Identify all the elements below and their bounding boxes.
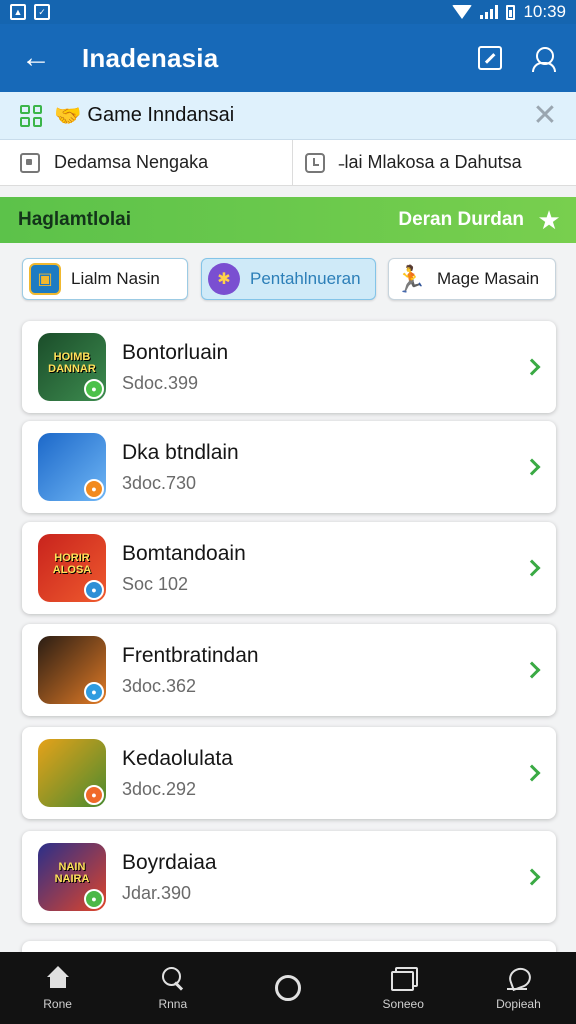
filter-left[interactable]: Dedamsa Nengaka bbox=[0, 140, 292, 185]
game-subtitle: Sdoc.399 bbox=[122, 372, 199, 393]
banner-action[interactable]: Deran Durdan bbox=[398, 209, 524, 231]
search-icon bbox=[160, 966, 186, 992]
category-label: Lialm Nasin bbox=[71, 269, 160, 288]
badge-icon: ● bbox=[84, 889, 104, 909]
search-query-bar[interactable]: 🤝 Game Inndansai ✕ bbox=[0, 92, 576, 140]
grid-icon bbox=[20, 104, 42, 127]
controller-icon: ✱ bbox=[208, 263, 240, 295]
edit-icon[interactable] bbox=[478, 46, 502, 70]
nav-item-home[interactable]: Rone bbox=[0, 952, 115, 1024]
game-card[interactable]: HORIR ALOSA ● Bomtandoain Soc 102 bbox=[22, 522, 556, 614]
category-chip-1[interactable]: ▣ Lialm Nasin bbox=[22, 258, 188, 300]
game-title: Frentbratindan bbox=[122, 643, 259, 667]
game-card[interactable]: ● Dka btndlain 3doc.730 bbox=[22, 421, 556, 513]
gallery-notification-icon: ▲ bbox=[10, 4, 26, 20]
banner-title: Haglamtlolai bbox=[18, 209, 131, 230]
profile-icon[interactable] bbox=[532, 46, 556, 72]
category-label: Mage Masain bbox=[437, 269, 540, 288]
status-bar: ▲ ✓ 10:39 bbox=[0, 0, 576, 24]
game-title: Bontorluain bbox=[122, 340, 229, 364]
nav-label: Soneeo bbox=[382, 996, 424, 1011]
game-title: Dka btndlain bbox=[122, 440, 239, 464]
star-icon[interactable]: ★ bbox=[534, 205, 564, 236]
game-thumbnail: ● bbox=[38, 433, 106, 501]
chevron-right-icon[interactable] bbox=[523, 458, 541, 476]
game-title: Boyrdaiaa bbox=[122, 850, 217, 874]
search-query-text: Game Inndansai bbox=[87, 104, 235, 126]
nav-label: Rone bbox=[43, 996, 72, 1011]
app-bar: ← Inadenasia bbox=[0, 24, 576, 92]
section-banner[interactable]: Haglamtlolai Deran Durdan ★ bbox=[0, 197, 576, 243]
game-subtitle: 3doc.292 bbox=[122, 778, 197, 799]
game-thumbnail: HORIR ALOSA ● bbox=[38, 534, 106, 602]
clock-icon bbox=[304, 152, 325, 173]
game-card-icon: ▣ bbox=[29, 263, 61, 295]
filter-right-label: ˗lai Mlakosa a Dahutsa bbox=[338, 152, 522, 172]
chevron-right-icon[interactable] bbox=[523, 661, 541, 679]
game-thumbnail: HOIMB DANNAR ● bbox=[38, 333, 106, 401]
game-card[interactable]: NAIN NAIRA ● Boyrdaiaa Jdar.390 bbox=[22, 831, 556, 923]
filter-left-label: Dedamsa Nengaka bbox=[54, 152, 209, 172]
thumbnail-text: HORIR ALOSA bbox=[52, 552, 92, 576]
home-icon bbox=[45, 965, 71, 992]
runner-icon: 🏃 bbox=[394, 263, 428, 294]
nav-item-search[interactable]: Rnna bbox=[115, 952, 230, 1024]
nav-label: Rnna bbox=[158, 996, 188, 1011]
game-thumbnail: NAIN NAIRA ● bbox=[38, 843, 106, 911]
leaf-icon bbox=[505, 966, 531, 992]
game-subtitle: Jdar.390 bbox=[122, 882, 192, 903]
back-arrow-icon[interactable]: ← bbox=[0, 24, 72, 92]
badge-icon: ● bbox=[84, 479, 104, 499]
bottom-nav: Rone Rnna Soneeo Dopieah bbox=[0, 952, 576, 1024]
game-subtitle: 3doc.362 bbox=[122, 675, 197, 696]
thumbnail-text: NAIN NAIRA bbox=[54, 861, 90, 885]
game-title: Bomtandoain bbox=[122, 541, 246, 565]
nav-item-center[interactable] bbox=[230, 952, 345, 1024]
game-subtitle: Soc 102 bbox=[122, 573, 189, 594]
game-card[interactable]: ● Kedaolulata 3doc.292 bbox=[22, 727, 556, 819]
nav-item-library[interactable]: Soneeo bbox=[346, 952, 461, 1024]
battery-icon bbox=[506, 4, 516, 20]
badge-icon: ● bbox=[84, 785, 104, 805]
signal-icon bbox=[480, 5, 499, 19]
filter-bar: Dedamsa Nengaka ˗lai Mlakosa a Dahutsa bbox=[0, 140, 576, 186]
chevron-right-icon[interactable] bbox=[523, 559, 541, 577]
filter-right[interactable]: ˗lai Mlakosa a Dahutsa bbox=[291, 140, 576, 185]
nav-item-profile[interactable]: Dopieah bbox=[461, 952, 576, 1024]
category-chip-3[interactable]: 🏃 Mage Masain bbox=[388, 258, 556, 300]
game-thumbnail: ● bbox=[38, 636, 106, 704]
close-icon[interactable]: ✕ bbox=[530, 98, 560, 133]
stack-icon bbox=[390, 966, 419, 992]
game-subtitle: 3doc.730 bbox=[122, 472, 197, 493]
app-notification-icon: ✓ bbox=[34, 4, 50, 20]
chevron-right-icon[interactable] bbox=[523, 764, 541, 782]
badge-icon: ● bbox=[84, 682, 104, 702]
game-card[interactable]: HOIMB DANNAR ● Bontorluain Sdoc.399 bbox=[22, 321, 556, 413]
category-chip-2[interactable]: ✱ Pentahlnueran bbox=[201, 258, 376, 300]
game-mascot-icon: 🤝 bbox=[54, 102, 82, 128]
box-icon bbox=[20, 152, 40, 173]
nav-label: Dopieah bbox=[496, 996, 541, 1011]
category-chips: ▣ Lialm Nasin ✱ Pentahlnueran 🏃 Mage Mas… bbox=[0, 258, 576, 300]
chevron-right-icon[interactable] bbox=[523, 868, 541, 886]
status-time: 10:39 bbox=[523, 2, 566, 21]
thumbnail-text: HOIMB DANNAR bbox=[48, 351, 96, 375]
game-thumbnail: ● bbox=[38, 739, 106, 807]
game-card[interactable]: ● Frentbratindan 3doc.362 bbox=[22, 624, 556, 716]
wifi-icon bbox=[452, 5, 473, 19]
badge-icon: ● bbox=[84, 379, 104, 399]
circle-icon bbox=[275, 975, 301, 1001]
page-title: Inadenasia bbox=[82, 42, 219, 73]
game-title: Kedaolulata bbox=[122, 746, 233, 770]
category-label: Pentahlnueran bbox=[250, 269, 361, 288]
chevron-right-icon[interactable] bbox=[523, 358, 541, 376]
badge-icon: ● bbox=[84, 580, 104, 600]
